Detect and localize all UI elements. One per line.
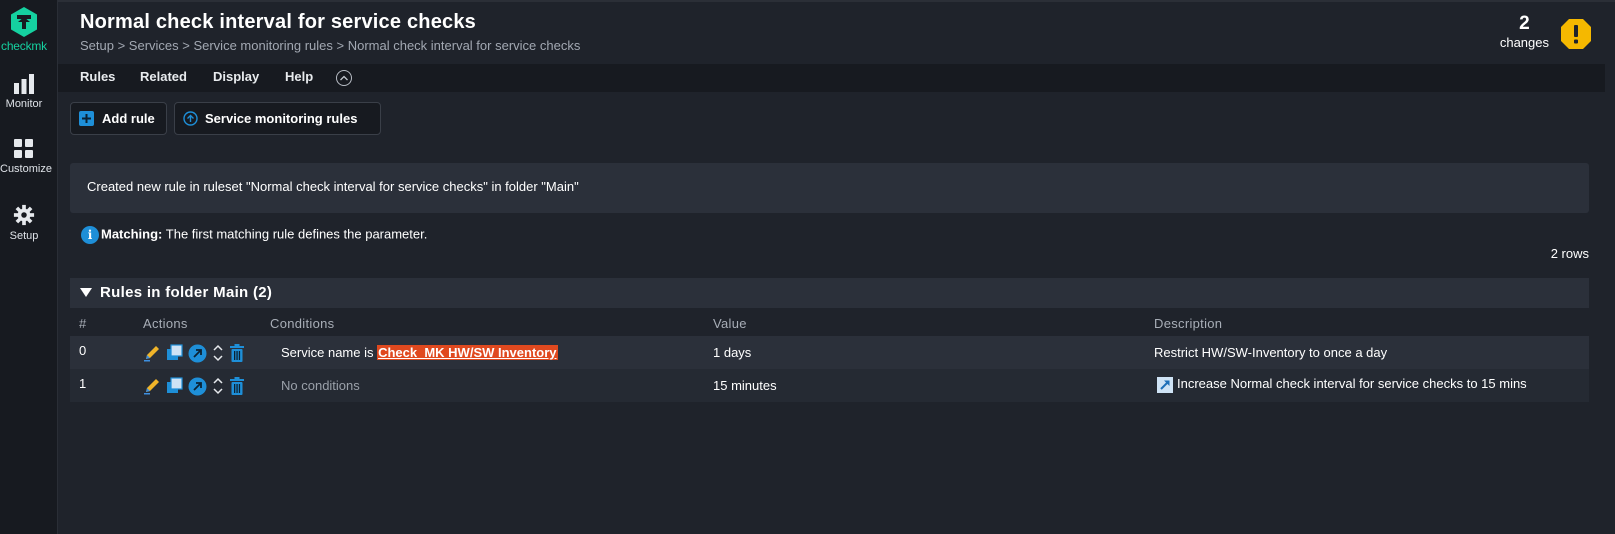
row-description: Restrict HW/SW-Inventory to once a day xyxy=(1154,345,1388,360)
table-row[interactable]: 0 Service name is Check_MK HW/SW Invento… xyxy=(70,336,1589,369)
arrow-up-circle-icon xyxy=(183,111,198,126)
folder-header[interactable]: Rules in folder Main (2) xyxy=(70,278,1589,308)
sidebar-item-setup[interactable]: Setup xyxy=(0,204,48,242)
collapse-triangle-icon[interactable] xyxy=(80,288,92,297)
plus-icon xyxy=(79,111,94,126)
rows-count: 2 rows xyxy=(1550,246,1589,261)
row-description: Increase Normal check interval for servi… xyxy=(1157,376,1527,393)
checkmk-logo-icon xyxy=(11,7,37,37)
row-number: 0 xyxy=(79,343,87,358)
page-header: Normal check interval for service checks… xyxy=(58,0,1615,63)
breadcrumb[interactable]: Setup > Services > Service monitoring ru… xyxy=(80,38,580,53)
folder-title: Rules in folder Main (2) xyxy=(100,284,273,301)
info-icon: i xyxy=(81,226,99,244)
condition-service-name: Check_MK HW/SW Inventory xyxy=(377,345,558,360)
row-value: 15 minutes xyxy=(713,378,777,393)
sidebar-item-label: Customize xyxy=(0,163,52,175)
checkmk-logo[interactable]: checkmk xyxy=(0,6,48,53)
changes-count: 2 xyxy=(1519,13,1530,34)
add-rule-button[interactable]: Add rule xyxy=(70,102,167,135)
pending-changes[interactable]: 2 changes xyxy=(1500,13,1549,50)
sidebar: checkmk Monitor Customize Setup xyxy=(0,0,58,534)
row-value: 1 days xyxy=(713,345,752,360)
row-condition: Service name is Check_MK HW/SW Inventory xyxy=(281,345,558,360)
menu-bar: Rules Related Display Help xyxy=(58,64,1605,92)
logo-text: checkmk xyxy=(1,39,47,53)
col-description: Description xyxy=(1154,316,1223,331)
matching-info: i Matching: The first matching rule defin… xyxy=(81,226,427,244)
service-monitoring-rules-button[interactable]: Service monitoring rules xyxy=(174,102,381,135)
clone-icon[interactable] xyxy=(166,377,184,395)
grid-icon xyxy=(14,139,33,158)
sidebar-item-customize[interactable]: Customize xyxy=(0,139,52,175)
service-monitoring-rules-label: Service monitoring rules xyxy=(205,111,358,126)
menu-display[interactable]: Display xyxy=(213,69,259,84)
col-value: Value xyxy=(713,316,747,331)
description-text: Increase Normal check interval for servi… xyxy=(1177,376,1527,391)
edit-pencil-icon[interactable] xyxy=(143,377,161,395)
reorder-icon[interactable] xyxy=(212,343,224,363)
table-header: # Actions Conditions Value Description xyxy=(70,308,1589,336)
row-actions xyxy=(143,376,246,396)
delete-trash-icon[interactable] xyxy=(229,344,245,362)
reorder-icon[interactable] xyxy=(212,376,224,396)
bar-chart-icon xyxy=(14,74,34,94)
clone-icon[interactable] xyxy=(166,344,184,362)
menu-help[interactable]: Help xyxy=(285,69,313,84)
row-condition: No conditions xyxy=(281,378,360,393)
matching-text: The first matching rule defines the para… xyxy=(165,226,428,242)
move-rule-icon[interactable] xyxy=(188,377,207,396)
row-number: 1 xyxy=(79,376,87,391)
sidebar-item-monitor[interactable]: Monitor xyxy=(0,74,48,110)
condition-prefix: Service name is xyxy=(281,345,378,360)
col-conditions: Conditions xyxy=(270,316,335,331)
page-title: Normal check interval for service checks xyxy=(80,11,476,33)
changes-label: changes xyxy=(1499,35,1549,50)
matching-label: Matching: xyxy=(101,226,163,242)
add-rule-label: Add rule xyxy=(102,111,155,126)
row-actions xyxy=(143,343,246,363)
rules-folder: Rules in folder Main (2) # Actions Condi… xyxy=(70,278,1589,402)
menu-rules[interactable]: Rules xyxy=(80,69,115,84)
message-text: Created new rule in ruleset "Normal chec… xyxy=(87,179,579,194)
external-link-icon[interactable] xyxy=(1157,376,1173,393)
warning-icon[interactable] xyxy=(1560,18,1592,50)
col-number: # xyxy=(79,316,87,331)
move-rule-icon[interactable] xyxy=(188,344,207,363)
sidebar-item-label: Monitor xyxy=(5,98,43,110)
edit-pencil-icon[interactable] xyxy=(143,344,161,362)
success-message: Created new rule in ruleset "Normal chec… xyxy=(70,163,1589,213)
table-row[interactable]: 1 No conditions 15 minutes Increase Norm… xyxy=(70,369,1589,402)
menu-related[interactable]: Related xyxy=(140,69,187,84)
collapse-menu-button[interactable] xyxy=(336,70,352,86)
gear-icon xyxy=(13,204,35,226)
chevron-up-icon xyxy=(340,75,348,81)
delete-trash-icon[interactable] xyxy=(229,377,245,395)
col-actions: Actions xyxy=(143,316,188,331)
sidebar-item-label: Setup xyxy=(9,230,39,242)
